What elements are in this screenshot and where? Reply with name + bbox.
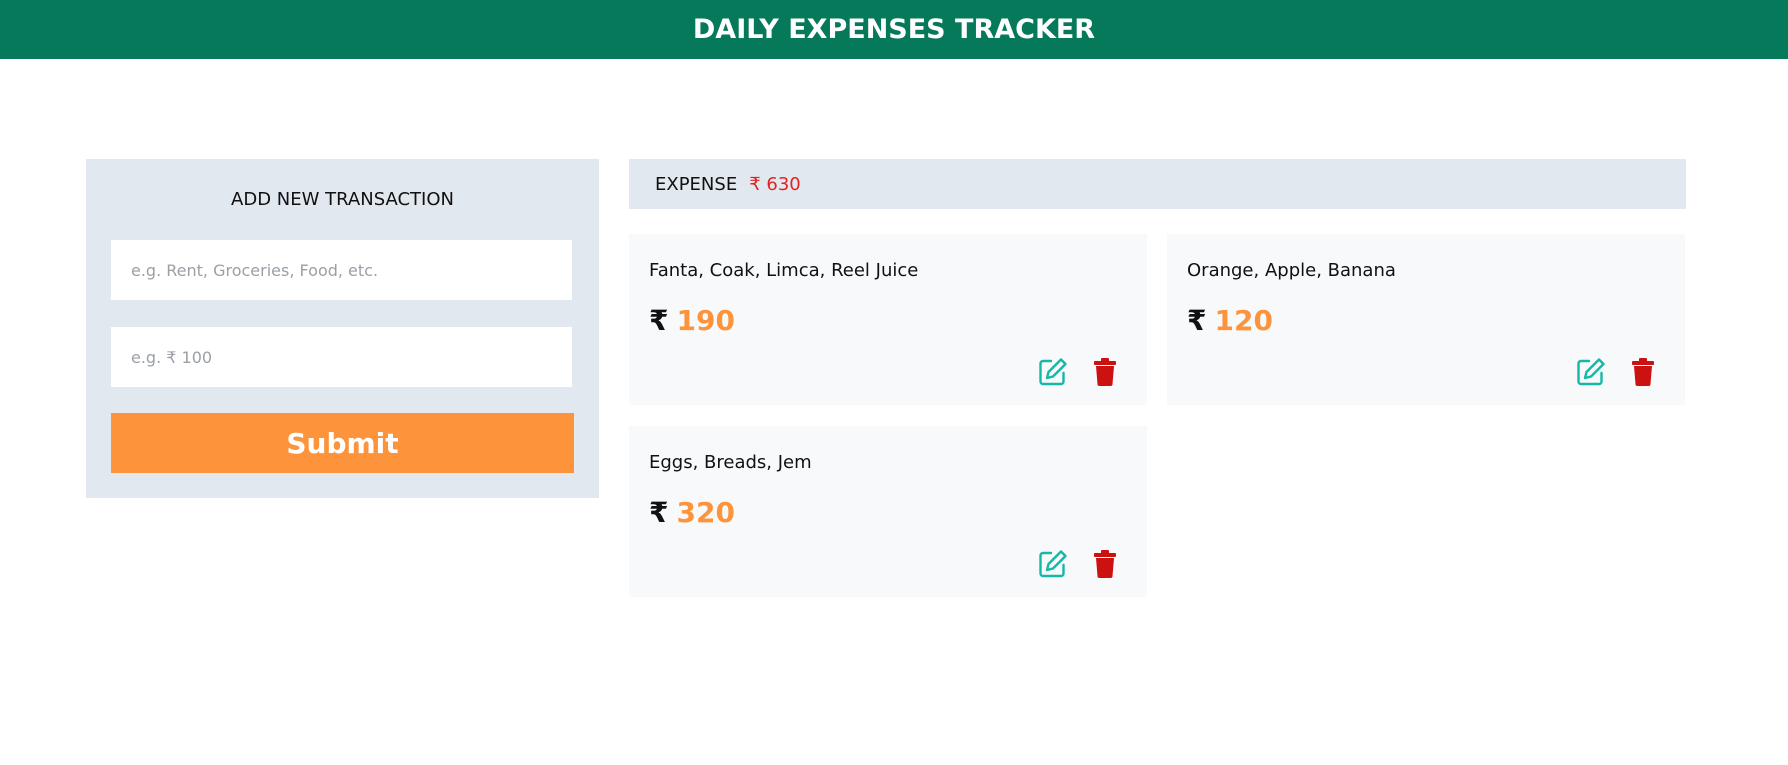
currency-symbol: ₹: [649, 496, 669, 529]
expense-label: EXPENSE: [655, 173, 738, 195]
trash-icon[interactable]: [1089, 548, 1121, 580]
expense-card: Orange, Apple, Banana ₹120: [1167, 234, 1685, 405]
main-content: ADD NEW TRANSACTION Submit EXPENSE ₹ 630…: [0, 59, 1788, 765]
expense-amount: ₹120: [1187, 304, 1273, 337]
description-input[interactable]: [111, 240, 572, 300]
submit-button[interactable]: Submit: [111, 413, 574, 473]
expense-title: Orange, Apple, Banana: [1187, 260, 1396, 281]
add-transaction-form: ADD NEW TRANSACTION Submit: [86, 159, 599, 498]
expense-title: Eggs, Breads, Jem: [649, 452, 812, 473]
trash-icon[interactable]: [1089, 356, 1121, 388]
expense-amount: ₹190: [649, 304, 735, 337]
trash-icon[interactable]: [1627, 356, 1659, 388]
card-actions: [1037, 548, 1121, 580]
app-header: DAILY EXPENSES TRACKER: [0, 0, 1788, 59]
card-actions: [1575, 356, 1659, 388]
edit-icon[interactable]: [1037, 356, 1069, 388]
expense-total: ₹ 630: [749, 173, 801, 195]
expense-amount: ₹320: [649, 496, 735, 529]
amount-value: 320: [676, 496, 735, 529]
expense-summary: EXPENSE ₹ 630: [629, 159, 1686, 209]
amount-input[interactable]: [111, 327, 572, 387]
edit-icon[interactable]: [1037, 548, 1069, 580]
amount-value: 120: [1214, 304, 1273, 337]
amount-value: 190: [676, 304, 735, 337]
app-title: DAILY EXPENSES TRACKER: [692, 14, 1096, 45]
edit-icon[interactable]: [1575, 356, 1607, 388]
form-title: ADD NEW TRANSACTION: [231, 189, 454, 210]
currency-symbol: ₹: [649, 304, 669, 337]
card-actions: [1037, 356, 1121, 388]
expense-title: Fanta, Coak, Limca, Reel Juice: [649, 260, 919, 281]
expense-card: Eggs, Breads, Jem ₹320: [629, 426, 1147, 597]
expense-card: Fanta, Coak, Limca, Reel Juice ₹190: [629, 234, 1147, 405]
currency-symbol: ₹: [1187, 304, 1207, 337]
